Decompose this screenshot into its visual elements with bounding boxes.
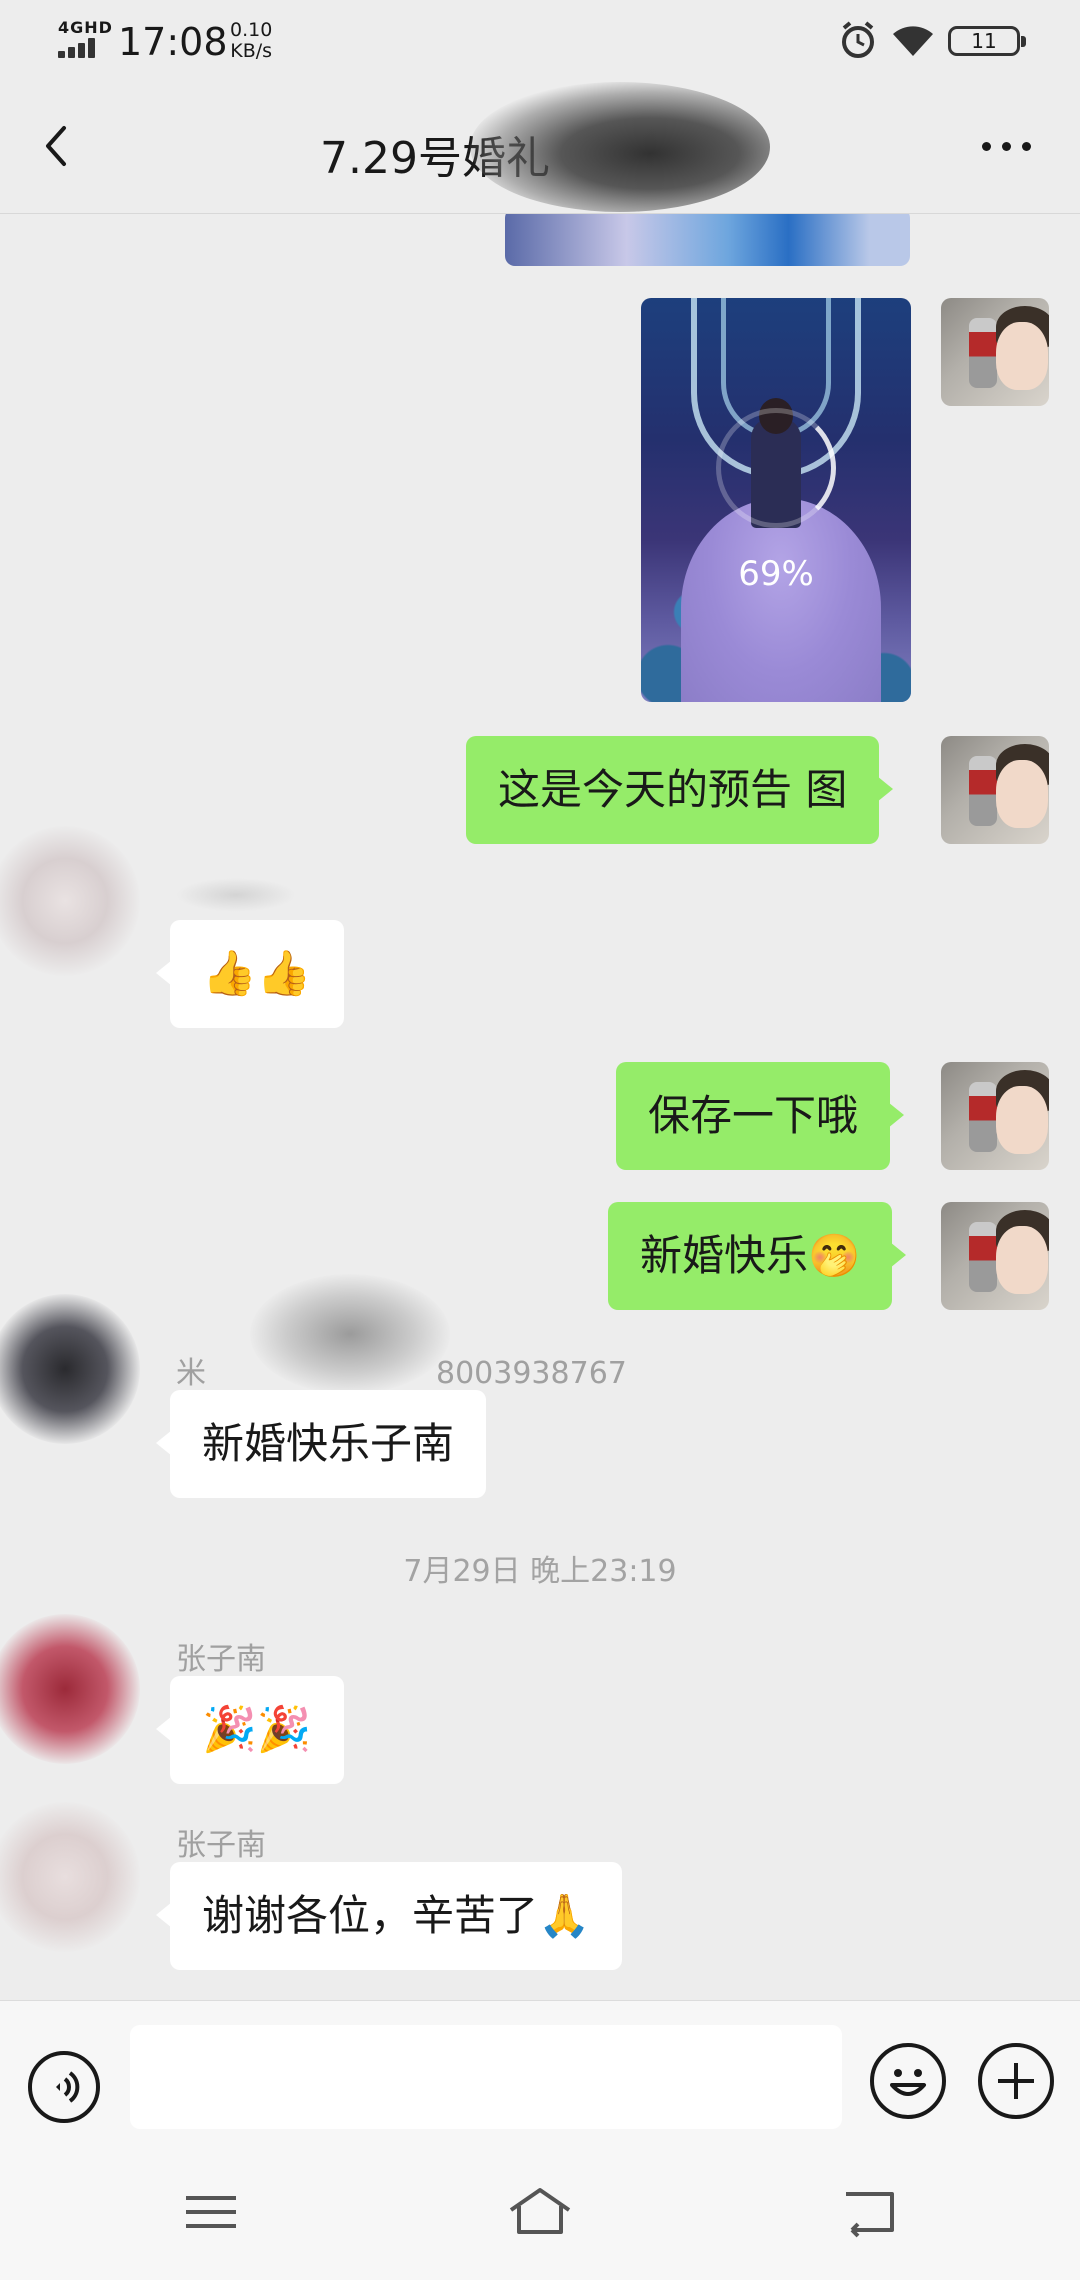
contact-avatar-redacted[interactable] [0,1294,140,1444]
message-bubble-me[interactable]: 保存一下哦 [616,1062,905,1170]
my-avatar[interactable] [941,1062,1049,1170]
network-type: 4GHD [58,18,113,37]
network-speed-value: 0.10 [230,19,273,41]
message-bubble-other[interactable]: 👍👍 [156,920,344,1028]
message-input[interactable] [130,2025,842,2129]
my-avatar[interactable] [941,736,1049,844]
menu-icon[interactable] [176,2182,246,2242]
title-redaction-scribble [470,82,770,212]
battery-icon: 11 [948,26,1026,56]
home-icon[interactable] [505,2182,575,2242]
sender-redaction-scribble [250,1274,450,1394]
voice-input-button[interactable] [28,2051,100,2123]
sender-name-redacted [176,878,296,912]
image-message-partial[interactable] [505,214,910,266]
back-arrow-icon[interactable] [28,116,88,176]
voice-icon [56,2071,80,2103]
smiley-icon [890,2069,926,2096]
chat-timestamp: 7月29日 晚上23:19 [403,1554,677,1589]
message-bubble-other[interactable]: 🎉🎉 [156,1676,344,1784]
clock: 17:08 [118,20,228,64]
message-bubble-other[interactable]: 新婚快乐子南 [155,1390,487,1498]
message-bubble-other[interactable]: 谢谢各位，辛苦了🙏 [155,1862,623,1970]
contact-avatar-redacted[interactable] [0,826,140,976]
emoji-button[interactable] [870,2043,946,2119]
system-nav-bar [0,2150,1080,2280]
upload-progress-text: 69% [738,554,814,594]
message-list[interactable]: 69% 这是今天的预告 图 👍👍 保存一下哦 新婚快乐🤭 米 8003938767… [0,214,1080,2000]
my-avatar[interactable] [941,1202,1049,1310]
sender-name: 张子南 [176,1642,266,1677]
my-avatar[interactable] [941,298,1049,406]
sender-phone: 8003938767 [436,1356,627,1391]
message-bubble-me[interactable]: 新婚快乐🤭 [608,1202,907,1310]
upload-progress-ring [716,408,836,528]
network-speed-unit: KB/s [230,40,273,62]
contact-avatar-redacted[interactable] [0,1802,140,1952]
sender-name: 张子南 [176,1828,266,1863]
message-input-bar [0,2000,1080,2150]
status-bar: 4GHD 17:08 0.10 KB/s 11 [0,0,1080,82]
sender-name-text: 米 [176,1356,206,1391]
chat-header: 7.29号婚礼 [0,82,1080,214]
network-speed: 0.10 KB/s [230,20,272,62]
more-functions-button[interactable] [978,2043,1054,2119]
signal-icon [58,38,102,58]
more-options-button[interactable] [976,126,1036,166]
alarm-icon [842,21,874,58]
back-nav-icon[interactable] [834,2182,904,2242]
message-bubble-me[interactable]: 这是今天的预告 图 [466,736,894,844]
contact-avatar-redacted[interactable] [0,1614,140,1764]
wifi-icon [893,26,933,56]
image-message-uploading[interactable]: 69% [641,298,911,702]
